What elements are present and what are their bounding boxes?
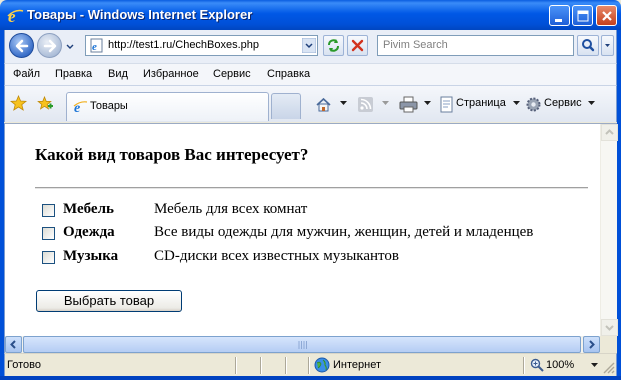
address-toolbar: e http://test1.ru/ChechBoxes.php Pivim S… <box>4 30 617 63</box>
minimize-button[interactable] <box>549 5 570 26</box>
tools-dropdown-icon[interactable] <box>588 101 595 106</box>
zoom-icon[interactable] <box>530 358 544 372</box>
menu-tools[interactable]: Сервис <box>213 68 251 80</box>
tools-menu-label[interactable]: Сервис <box>544 97 582 109</box>
status-separator <box>235 357 237 374</box>
minimize-icon <box>555 19 562 22</box>
menu-help[interactable]: Справка <box>267 68 310 80</box>
option-description: CD-диски всех известных музыкантов <box>154 248 399 264</box>
scroll-down-button[interactable] <box>601 319 618 336</box>
option-row-furniture: Мебель Мебель для всех комнат <box>42 200 572 222</box>
address-url: http://test1.ru/ChechBoxes.php <box>108 39 260 51</box>
close-button[interactable] <box>596 5 617 26</box>
status-bar: Готово Интернет 100% <box>4 353 617 376</box>
gear-icon[interactable] <box>525 96 542 113</box>
print-icon[interactable] <box>399 96 418 113</box>
security-zone-label: Интернет <box>333 359 381 371</box>
menu-bar: Файл Правка Вид Избранное Сервис Справка <box>4 63 617 85</box>
history-dropdown-icon[interactable] <box>65 42 75 52</box>
home-dropdown-icon[interactable] <box>340 101 347 106</box>
scrollbar-corner <box>600 336 617 353</box>
menu-view[interactable]: Вид <box>108 68 128 80</box>
menu-edit[interactable]: Правка <box>55 68 92 80</box>
close-icon <box>602 11 612 21</box>
search-button[interactable] <box>577 35 599 56</box>
home-icon[interactable] <box>315 96 332 113</box>
option-checkbox-music[interactable] <box>42 251 55 264</box>
status-text: Готово <box>7 359 41 371</box>
scroll-right-icon <box>589 340 595 349</box>
option-checkbox-furniture[interactable] <box>42 204 55 217</box>
forward-arrow-icon <box>43 39 57 53</box>
feeds-icon[interactable] <box>357 96 374 113</box>
menu-favorites[interactable]: Избранное <box>143 68 199 80</box>
search-icon <box>582 39 595 52</box>
chevron-down-icon <box>605 44 610 47</box>
option-name: Мебель <box>63 201 114 217</box>
page-heading: Какой вид товаров Вас интересует? <box>35 145 309 164</box>
window-frame-bottom <box>0 376 621 380</box>
option-checkbox-clothes[interactable] <box>42 227 55 240</box>
search-placeholder: Pivim Search <box>383 39 448 51</box>
internet-globe-icon[interactable] <box>314 357 330 373</box>
divider <box>35 187 588 189</box>
search-input[interactable]: Pivim Search <box>377 35 574 56</box>
maximize-button[interactable] <box>572 5 593 26</box>
tab-command-bar: e Товары Страница Сервис <box>4 85 617 122</box>
print-dropdown-icon[interactable] <box>424 101 431 106</box>
horizontal-scrollbar[interactable] <box>5 336 600 353</box>
scroll-up-button[interactable] <box>601 124 618 141</box>
tab-current[interactable]: e Товары <box>66 92 269 121</box>
option-name: Одежда <box>63 224 115 240</box>
status-separator <box>308 357 310 374</box>
add-favorite-icon[interactable] <box>36 95 53 112</box>
page-viewport: Какой вид товаров Вас интересует? Мебель… <box>4 123 618 353</box>
back-button[interactable] <box>9 33 34 58</box>
forward-button[interactable] <box>37 33 62 58</box>
scroll-right-button[interactable] <box>583 336 600 353</box>
scroll-left-icon <box>10 340 16 349</box>
status-separator <box>260 357 262 374</box>
ie-page-icon: e <box>73 101 88 114</box>
refresh-button[interactable] <box>323 35 344 56</box>
page-dropdown-icon[interactable] <box>513 101 520 106</box>
search-options-button[interactable] <box>601 35 614 56</box>
menu-file[interactable]: Файл <box>13 68 40 80</box>
stop-icon <box>351 39 364 52</box>
page-icon: e <box>90 38 103 53</box>
scroll-down-icon <box>605 325 614 331</box>
svg-text:e: e <box>92 41 97 53</box>
scroll-left-button[interactable] <box>5 336 22 353</box>
refresh-icon <box>328 39 339 52</box>
new-tab-button[interactable] <box>271 93 301 119</box>
favorites-star-icon[interactable] <box>10 95 27 112</box>
tab-title: Товары <box>90 100 128 112</box>
scroll-grip-icon <box>298 341 307 349</box>
option-description: Мебель для всех комнат <box>154 201 308 217</box>
status-separator <box>285 357 287 374</box>
address-dropdown-icon[interactable] <box>302 38 316 53</box>
feeds-dropdown-icon[interactable] <box>382 101 389 106</box>
option-row-clothes: Одежда Все виды одежды для мужчин, женщи… <box>42 223 572 245</box>
vertical-scrollbar[interactable] <box>600 124 618 336</box>
window-title: Товары - Windows Internet Explorer <box>27 7 253 22</box>
address-field[interactable]: e http://test1.ru/ChechBoxes.php <box>85 35 318 56</box>
page-menu-label[interactable]: Страница <box>456 97 506 109</box>
zoom-dropdown-icon[interactable] <box>591 363 598 368</box>
option-row-music: Музыка CD-диски всех известных музыканто… <box>42 247 572 269</box>
zoom-level[interactable]: 100% <box>546 359 574 371</box>
status-separator <box>523 357 525 374</box>
resize-grip-icon[interactable] <box>603 362 615 374</box>
back-arrow-icon <box>15 39 29 53</box>
page-menu-icon[interactable] <box>438 96 455 113</box>
horizontal-scroll-thumb[interactable] <box>23 336 581 353</box>
scroll-up-icon <box>605 129 614 135</box>
option-description: Все виды одежды для мужчин, женщин, дете… <box>154 224 534 240</box>
ie-logo-icon: e <box>7 7 24 24</box>
stop-button[interactable] <box>347 35 368 56</box>
option-name: Музыка <box>63 248 119 264</box>
maximize-icon <box>577 10 589 22</box>
title-bar[interactable]: e Товары - Windows Internet Explorer <box>0 0 621 30</box>
select-product-button[interactable]: Выбрать товар <box>36 290 182 312</box>
